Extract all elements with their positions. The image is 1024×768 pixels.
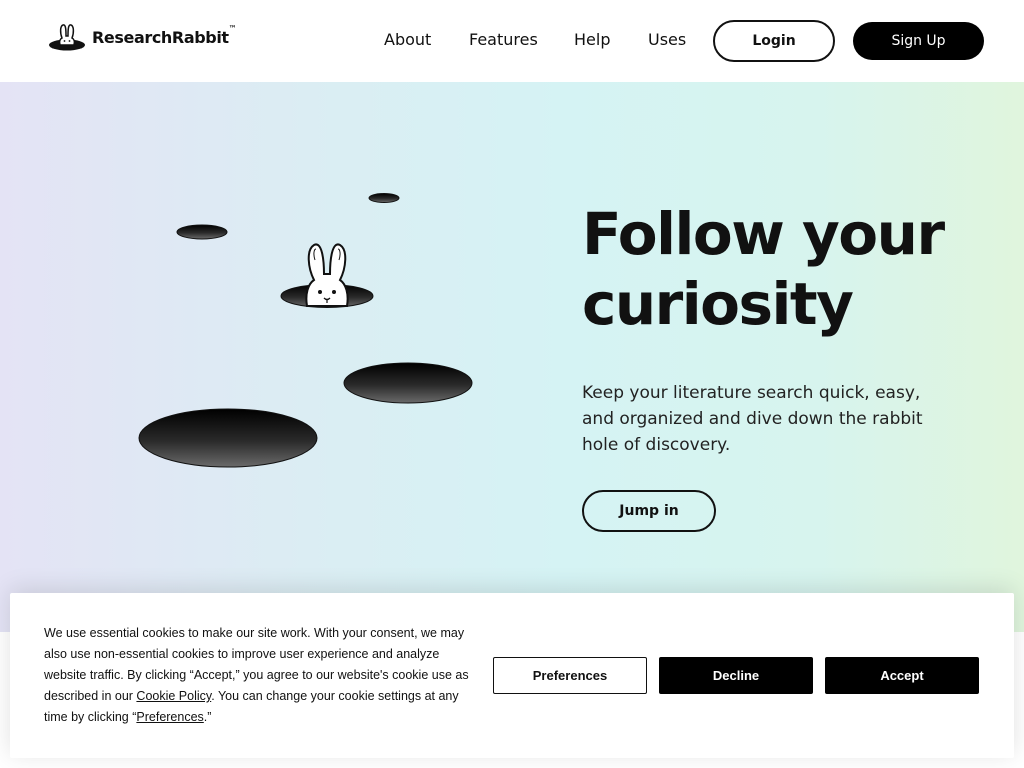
nav-help[interactable]: Help	[574, 30, 610, 49]
hero-section: Follow your curiosity Keep your literatu…	[0, 82, 1024, 632]
cookie-text: We use essential cookies to make our sit…	[44, 626, 469, 724]
nav-about[interactable]: About	[384, 30, 431, 49]
accept-button[interactable]: Accept	[825, 657, 979, 694]
cookie-policy-link[interactable]: Cookie Policy	[136, 689, 211, 703]
hero-title: Follow your curiosity	[582, 199, 1002, 339]
site-header: ResearchRabbit™ About Features Help Uses…	[0, 0, 1024, 82]
preferences-button[interactable]: Preferences	[493, 657, 647, 694]
hero-title-line1: Follow your	[582, 200, 945, 268]
logo-text: ResearchRabbit™	[92, 23, 237, 47]
login-button[interactable]: Login	[713, 20, 835, 62]
hole-icon	[368, 193, 400, 203]
rabbit-holes-illustration	[138, 193, 473, 468]
rabbit-logo-icon	[49, 24, 85, 51]
hero-description: Keep your literature search quick, easy,…	[582, 383, 923, 455]
hole-icon	[138, 408, 318, 468]
jump-in-button[interactable]: Jump in	[582, 490, 716, 532]
nav-uses[interactable]: Uses	[648, 30, 686, 49]
hero-title-line2: curiosity	[582, 270, 854, 338]
logo[interactable]: ResearchRabbit™	[48, 23, 237, 51]
cookie-banner: We use essential cookies to make our sit…	[10, 593, 1014, 758]
rabbit-icon	[305, 243, 349, 307]
hole-icon	[176, 224, 228, 240]
decline-button[interactable]: Decline	[659, 657, 813, 694]
hole-icon	[343, 362, 473, 404]
preferences-link[interactable]: Preferences	[136, 710, 203, 724]
signup-button[interactable]: Sign Up	[853, 22, 984, 60]
nav-features[interactable]: Features	[469, 30, 538, 49]
